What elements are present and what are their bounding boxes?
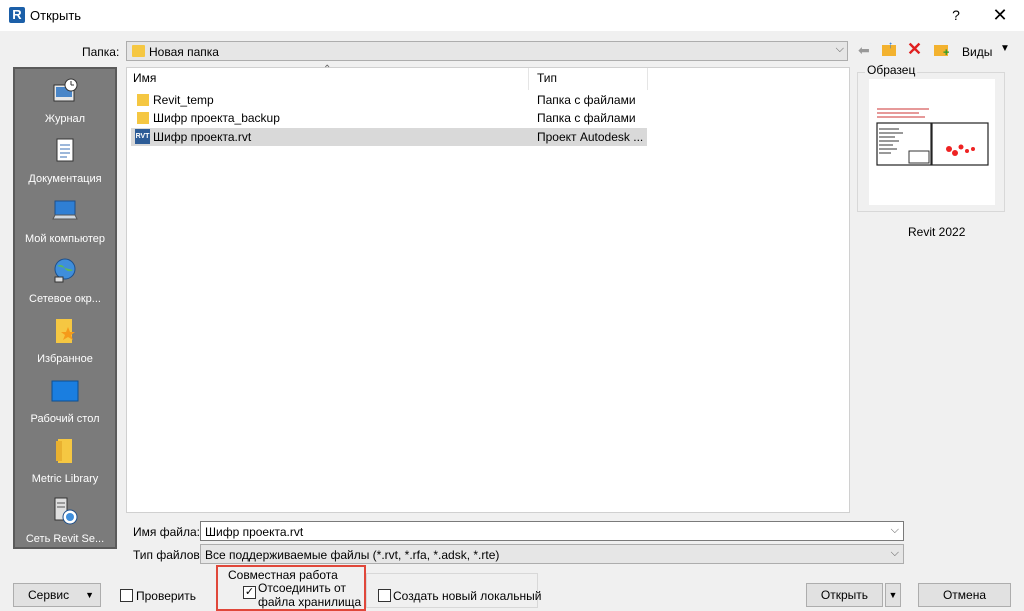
file-list[interactable]: Имя ⌃ Тип Revit_temp Папка с файлами Шиф… xyxy=(126,64,850,513)
open-options-arrow-icon[interactable]: ▼ xyxy=(885,583,901,607)
network-icon xyxy=(54,258,76,283)
new-folder-icon[interactable]: + xyxy=(934,42,950,59)
sidebar-item-label: Metric Library xyxy=(31,473,99,485)
filename-input[interactable]: Шифр проекта.rvt ⌵ xyxy=(200,521,904,541)
computer-icon xyxy=(52,200,78,220)
sidebar-item-label: Журнал xyxy=(44,113,86,125)
help-button[interactable]: ? xyxy=(944,4,968,26)
back-arrow-icon[interactable]: ⬅ xyxy=(858,42,874,58)
close-button[interactable]: ✕ xyxy=(986,4,1014,26)
filename-value: Шифр проекта.rvt xyxy=(205,525,304,539)
history-icon xyxy=(53,78,78,102)
file-row[interactable]: Шифр проекта_backup Папка с файлами xyxy=(131,109,647,127)
filetype-dropdown[interactable]: Все поддерживаемые файлы (*.rvt, *.rfa, … xyxy=(200,544,904,564)
sidebar-item-label: Сетевое окр... xyxy=(29,293,101,305)
preview-thumbnail xyxy=(869,79,995,205)
detach-label-line2: файла хранилища xyxy=(258,595,362,609)
cancel-button[interactable]: Отмена xyxy=(918,583,1011,607)
service-label: Сервис xyxy=(28,588,70,602)
rvt-file-icon: RVT xyxy=(135,129,150,144)
sidebar-item-desktop[interactable]: Рабочий стол xyxy=(15,373,115,433)
column-divider[interactable] xyxy=(528,68,529,90)
column-divider[interactable] xyxy=(647,68,648,90)
favorites-icon xyxy=(56,319,75,343)
file-name: Шифр проекта.rvt xyxy=(153,130,252,144)
sidebar-item-label: Мой компьютер xyxy=(24,233,106,245)
sidebar-item-documents[interactable]: Документация xyxy=(15,133,115,193)
views-menu[interactable]: Виды xyxy=(962,45,992,59)
chevron-down-icon: ⌵ xyxy=(890,547,899,559)
folder-icon xyxy=(137,112,149,124)
revit-server-icon xyxy=(54,497,78,525)
desktop-icon xyxy=(51,380,79,402)
detach-label: Отсоединить от файла хранилища xyxy=(258,581,361,609)
verify-label: Проверить xyxy=(136,589,197,603)
folder-icon xyxy=(137,94,149,106)
places-sidebar: Журнал Документация Мой компьютер Сетево… xyxy=(13,67,117,549)
filename-label: Имя файла: xyxy=(133,525,200,539)
sidebar-item-label: Рабочий стол xyxy=(30,413,100,425)
verify-checkbox[interactable] xyxy=(120,589,133,602)
detach-label-line1: Отсоединить от xyxy=(258,581,346,595)
revit-version: Revit 2022 xyxy=(908,225,966,239)
detach-checkbox[interactable]: ✓ xyxy=(243,586,256,599)
service-button[interactable]: Сервис ▼ xyxy=(13,583,101,607)
title-bar xyxy=(0,0,1024,31)
sidebar-item-network[interactable]: Сетевое окр... xyxy=(15,253,115,313)
new-local-label: Создать новый локальный xyxy=(393,589,542,603)
file-name: Шифр проекта_backup xyxy=(153,111,280,125)
column-header-name[interactable]: Имя xyxy=(133,71,156,85)
folder-label: Папка: xyxy=(82,45,120,59)
views-dropdown-icon[interactable]: ▼ xyxy=(1000,43,1010,54)
folder-icon xyxy=(132,45,145,57)
file-name: Revit_temp xyxy=(153,93,214,107)
folder-dropdown[interactable]: Новая папка ⌵ xyxy=(126,41,848,61)
folder-icon xyxy=(56,439,72,463)
file-row-selected[interactable]: RVT Шифр проекта.rvt Проект Autodesk ... xyxy=(131,128,647,146)
sidebar-item-favorites[interactable]: Избранное xyxy=(15,313,115,373)
up-folder-icon[interactable]: ↑ xyxy=(882,40,898,58)
sidebar-item-revit-server[interactable]: Сеть Revit Se... xyxy=(15,493,115,553)
dropdown-arrow-icon: ▼ xyxy=(85,590,94,600)
collab-title: Совместная работа xyxy=(228,568,338,582)
sidebar-item-history[interactable]: Журнал xyxy=(15,73,115,133)
filetype-value: Все поддерживаемые файлы (*.rvt, *.rfa, … xyxy=(205,548,500,562)
file-type: Папка с файлами xyxy=(537,93,636,107)
chevron-down-icon: ⌵ xyxy=(835,43,844,55)
chevron-down-icon[interactable]: ⌵ xyxy=(891,524,899,537)
file-row[interactable]: Revit_temp Папка с файлами xyxy=(131,91,647,109)
open-button[interactable]: Открыть xyxy=(806,583,883,607)
sidebar-item-label: Документация xyxy=(28,173,102,185)
window-title: Открыть xyxy=(30,8,82,23)
sidebar-item-label: Избранное xyxy=(37,353,93,365)
sidebar-item-label: Сеть Revit Se... xyxy=(25,533,105,545)
new-local-checkbox[interactable] xyxy=(378,589,391,602)
column-header-type[interactable]: Тип xyxy=(537,71,557,85)
file-type: Папка с файлами xyxy=(537,111,636,125)
sort-ascending-icon: ⌃ xyxy=(323,64,332,75)
file-type: Проект Autodesk ... xyxy=(537,130,644,144)
revit-app-icon: R xyxy=(9,7,25,23)
filetype-label: Тип файлов: xyxy=(133,548,204,562)
documents-icon xyxy=(56,138,74,162)
sidebar-item-metric-library[interactable]: Metric Library xyxy=(15,433,115,493)
preview-label: Образец xyxy=(865,63,918,77)
delete-icon[interactable]: ✕ xyxy=(907,40,923,58)
sidebar-item-computer[interactable]: Мой компьютер xyxy=(15,193,115,253)
folder-current: Новая папка xyxy=(149,45,219,59)
